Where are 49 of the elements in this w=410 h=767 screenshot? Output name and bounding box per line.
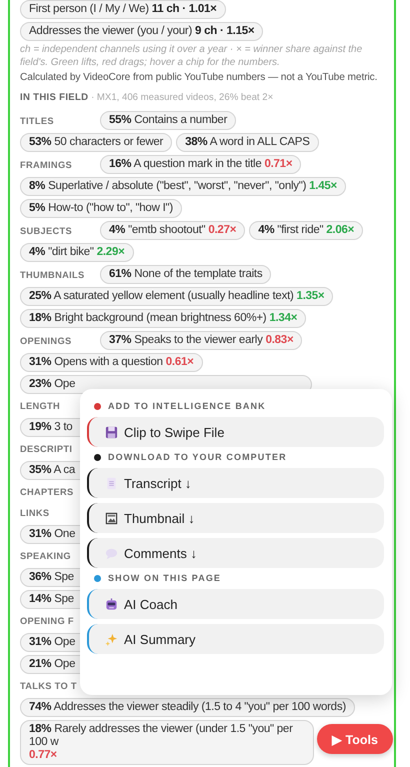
section-label: TITLES [20, 114, 55, 128]
stat-chip[interactable]: First person (I / My / We) 11 ch · 1.01× [20, 0, 226, 19]
legend-note: ch = independent channels using it over a year · × = winner share against the field's. Green lifts, red drags; hover a chip for the numbers. [20, 44, 364, 69]
section-label: LENGTH [20, 400, 62, 413]
menu-section-title: DOWNLOAD TO YOUR COMPUTER [108, 452, 287, 462]
section-label: CHAPTERS [20, 486, 75, 499]
menu-item[interactable]: Clip to Swipe File [87, 417, 384, 447]
section-label: OPENING F [20, 615, 75, 628]
section-label: TALKS TO T [20, 680, 78, 693]
stat-chip[interactable]: 5% How-to ("how to", "how I") [20, 199, 182, 218]
stat-chip[interactable]: 4% "emtb shootout" 0.27× [100, 221, 246, 240]
stat-chip[interactable]: 55% Contains a number [100, 111, 236, 130]
menu-item[interactable]: Transcript ↓ [87, 468, 384, 498]
menu-item[interactable]: Comments ↓ [87, 538, 384, 568]
stat-chip[interactable]: 74% Addresses the viewer steadily (1.5 to 4 "you" per 100 words) [20, 698, 355, 717]
menu-item[interactable]: Thumbnail ↓ [87, 503, 384, 533]
stat-chip[interactable]: 37% Speaks to the viewer early 0.83× [100, 331, 302, 350]
section-label: SPEAKING [20, 550, 72, 563]
section-label: OPENINGS [20, 334, 72, 348]
stat-chip[interactable]: 18% Bright background (mean brightness 60%+) 1.34× [20, 309, 306, 328]
field-detail: · MX1, 406 measured videos, 26% beat 2× [90, 92, 274, 103]
section-label: LINKS [20, 507, 50, 520]
menu-item-icon [105, 632, 118, 646]
stat-chip[interactable]: 53% 50 characters or fewer [20, 133, 172, 152]
menu-item[interactable]: AI Summary [87, 624, 384, 654]
stat-chip[interactable]: 25% A saturated yellow element (usually headline text) 1.35× [20, 287, 334, 306]
section-label: FRAMINGS [20, 158, 73, 172]
menu-item-icon [105, 426, 118, 438]
section-label: DESCRIPTI [20, 443, 74, 456]
menu-section-title: ADD TO INTELLIGENCE BANK [108, 401, 266, 411]
stat-chip[interactable]: Addresses the viewer (you / your) 9 ch · 1.15× [20, 22, 264, 41]
stat-chip[interactable]: 38% A word in ALL CAPS [176, 133, 319, 152]
menu-item-icon [105, 512, 118, 524]
stat-chip[interactable]: 16% A question mark in the title 0.71× [100, 155, 302, 174]
tools-button[interactable]: ▶ Tools [317, 724, 393, 754]
menu-item[interactable]: AI Coach [87, 589, 384, 619]
field-heading: IN THIS FIELD [20, 92, 88, 103]
menu-item-icon [105, 598, 118, 610]
stat-chip[interactable]: 31% Opens with a question 0.61× [20, 353, 203, 372]
stat-chip[interactable]: 4% "first ride" 2.06× [249, 221, 364, 240]
section-label: SUBJECTS [20, 224, 73, 238]
stat-chip[interactable]: 4% "dirt bike" 2.29× [20, 243, 134, 262]
menu-item-icon [105, 476, 118, 490]
section-label: THUMBNAILS [20, 268, 86, 282]
stat-chip[interactable]: 18% Rarely addresses the viewer (under 1.5 "you" per 100 w 0.77× [20, 720, 314, 765]
stat-chip[interactable]: 8% Superlative / absolute ("best", "worst", "never", "only") 1.45× [20, 177, 346, 196]
stat-chip[interactable]: 61% None of the template traits [100, 265, 272, 284]
credit-text: Calculated by VideoCore from public YouTube numbers — not a YouTube metric. [20, 72, 378, 83]
menu-section-title: SHOW ON THIS PAGE [108, 573, 222, 583]
